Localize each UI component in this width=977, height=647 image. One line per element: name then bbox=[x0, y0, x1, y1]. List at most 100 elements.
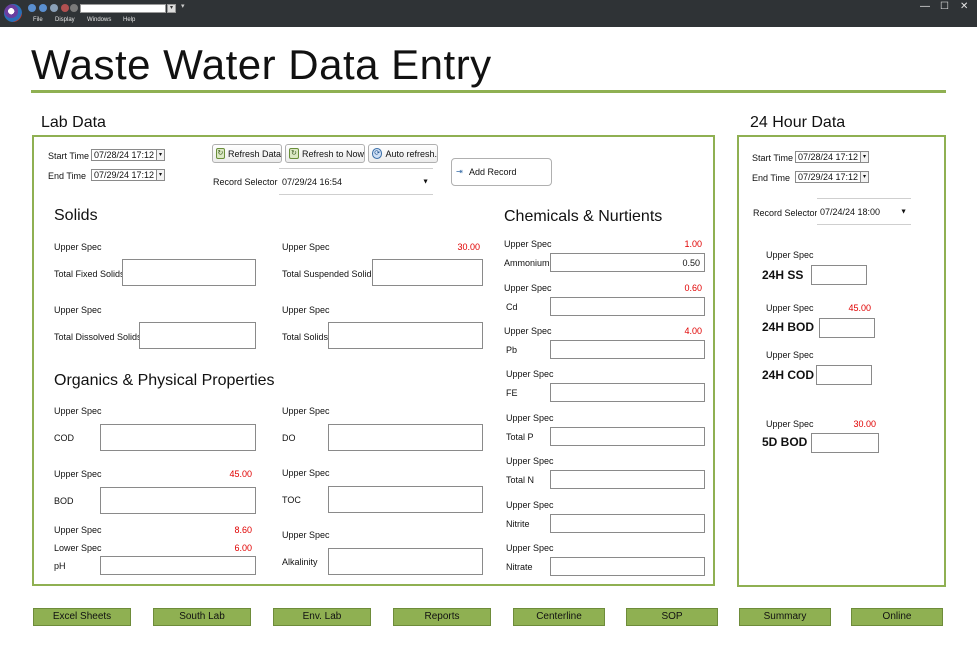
add-record-button[interactable]: ⇥ Add Record bbox=[451, 158, 552, 186]
upper-spec-label: Upper Spec bbox=[54, 469, 102, 479]
auto-refresh-button[interactable]: ⟳ Auto refresh. bbox=[368, 144, 438, 163]
alkalinity-label: Alkalinity bbox=[282, 557, 318, 567]
lab-data-title: Lab Data bbox=[41, 114, 106, 131]
upper-spec-label: Upper Spec bbox=[766, 303, 814, 313]
ph-input[interactable] bbox=[100, 556, 256, 575]
upper-spec-label: Upper Spec bbox=[504, 283, 552, 293]
nav-online-button[interactable]: Online bbox=[851, 608, 943, 626]
nav-reports-button[interactable]: Reports bbox=[393, 608, 491, 626]
upper-spec-label: Upper Spec bbox=[766, 419, 814, 429]
lab-end-time-field[interactable]: 07/29/24 17:12 ▾ bbox=[91, 169, 165, 181]
forward-icon[interactable] bbox=[39, 4, 47, 12]
pb-label: Pb bbox=[506, 345, 518, 355]
menu-file[interactable]: File bbox=[33, 17, 43, 23]
refresh-to-now-button[interactable]: ↻ Refresh to Now bbox=[285, 144, 365, 163]
upper-spec-label: Upper Spec bbox=[504, 239, 552, 249]
24h-bod-label: 24H BOD bbox=[762, 320, 815, 334]
minimize-icon[interactable]: — bbox=[920, 2, 930, 12]
nitrate-input[interactable] bbox=[550, 557, 705, 576]
hour24-record-selector-dropdown[interactable]: 07/24/24 18:00 ▼ bbox=[817, 198, 911, 225]
24h-cod-input[interactable] bbox=[816, 365, 872, 385]
lab-end-time-label: End Time bbox=[48, 171, 87, 181]
5d-bod-label: 5D BOD bbox=[762, 435, 808, 449]
hour24-start-time-label: Start Time bbox=[752, 153, 794, 163]
total-dissolved-solids-label: Total Dissolved Solids bbox=[54, 332, 142, 342]
chevron-down-icon[interactable]: ▾ bbox=[860, 172, 868, 182]
cd-input[interactable] bbox=[550, 297, 705, 316]
hour24-data-title: 24 Hour Data bbox=[750, 114, 846, 131]
lab-start-time-field[interactable]: 07/28/24 17:12 ▾ bbox=[91, 149, 165, 161]
nitrite-label: Nitrite bbox=[506, 519, 530, 529]
toc-label: TOC bbox=[282, 495, 301, 505]
upper-spec-value: 30.00 bbox=[457, 242, 480, 252]
24h-ss-input[interactable] bbox=[811, 265, 867, 285]
hour24-start-time-field[interactable]: 07/28/24 17:12 ▾ bbox=[795, 151, 869, 163]
total-suspended-solids-input[interactable] bbox=[372, 259, 483, 286]
chevron-down-icon[interactable]: ▾ bbox=[156, 150, 164, 160]
add-record-icon: ⇥ bbox=[456, 167, 463, 176]
do-label: DO bbox=[282, 433, 296, 443]
fe-input[interactable] bbox=[550, 383, 705, 402]
print-icon[interactable] bbox=[70, 4, 78, 12]
nav-south-lab-button[interactable]: South Lab bbox=[153, 608, 251, 626]
back-icon[interactable] bbox=[28, 4, 36, 12]
menu-display[interactable]: Display bbox=[55, 17, 75, 23]
stop-icon[interactable] bbox=[61, 4, 69, 12]
alkalinity-input[interactable] bbox=[328, 548, 483, 575]
total-dissolved-solids-input[interactable] bbox=[139, 322, 256, 349]
chevron-down-icon[interactable]: ▾ bbox=[860, 152, 868, 162]
chevron-down-icon[interactable]: ▾ bbox=[156, 170, 164, 180]
maximize-icon[interactable]: ☐ bbox=[940, 2, 949, 12]
refresh-data-button[interactable]: ↻ Refresh Data bbox=[212, 144, 282, 163]
close-icon[interactable]: ✕ bbox=[960, 2, 968, 12]
nav-sop-button[interactable]: SOP bbox=[626, 608, 718, 626]
cd-label: Cd bbox=[506, 302, 518, 312]
upper-spec-label: Upper Spec bbox=[54, 305, 102, 315]
upper-spec-value: 45.00 bbox=[229, 469, 252, 479]
toc-input[interactable] bbox=[328, 486, 483, 513]
auto-refresh-icon: ⟳ bbox=[372, 148, 383, 159]
bod-label: BOD bbox=[54, 496, 74, 506]
total-n-input[interactable] bbox=[550, 470, 705, 489]
display-path-dropdown[interactable]: ▾ bbox=[167, 4, 176, 13]
home-icon[interactable] bbox=[50, 4, 58, 12]
nav-env-lab-button[interactable]: Env. Lab bbox=[273, 608, 371, 626]
toolbar-more-icon[interactable]: ▾ bbox=[181, 2, 185, 10]
total-p-input[interactable] bbox=[550, 427, 705, 446]
upper-spec-label: Upper Spec bbox=[506, 543, 554, 553]
pb-input[interactable] bbox=[550, 340, 705, 359]
nav-summary-button[interactable]: Summary bbox=[739, 608, 831, 626]
record-selector-value: 07/29/24 16:54 bbox=[282, 176, 343, 187]
display-path-input[interactable] bbox=[80, 4, 166, 13]
nav-excel-sheets-button[interactable]: Excel Sheets bbox=[33, 608, 131, 626]
auto-refresh-label: Auto refresh. bbox=[385, 148, 437, 159]
24h-cod-label: 24H COD bbox=[762, 368, 815, 382]
upper-spec-label: Upper Spec bbox=[506, 500, 554, 510]
upper-spec-label: Upper Spec bbox=[54, 406, 102, 416]
hour24-end-time-field[interactable]: 07/29/24 17:12 ▾ bbox=[795, 171, 869, 183]
menu-help[interactable]: Help bbox=[123, 17, 135, 23]
nav-centerline-button[interactable]: Centerline bbox=[513, 608, 605, 626]
5d-bod-input[interactable] bbox=[811, 433, 879, 453]
hour24-start-time-value: 07/28/24 17:12 bbox=[798, 152, 859, 162]
table-refresh-icon: ↻ bbox=[289, 148, 299, 159]
refresh-data-label: Refresh Data bbox=[227, 148, 281, 159]
total-fixed-solids-input[interactable] bbox=[122, 259, 256, 286]
ammonium-label: Ammonium bbox=[504, 258, 550, 268]
upper-spec-label: Upper Spec bbox=[766, 250, 814, 260]
24h-bod-input[interactable] bbox=[819, 318, 875, 338]
ammonium-input[interactable]: 0.50 bbox=[550, 253, 705, 272]
bod-input[interactable] bbox=[100, 487, 256, 514]
refresh-to-now-label: Refresh to Now bbox=[301, 148, 364, 159]
do-input[interactable] bbox=[328, 424, 483, 451]
ph-label: pH bbox=[54, 561, 66, 571]
record-selector-dropdown[interactable]: 07/29/24 16:54 ▼ bbox=[279, 168, 433, 195]
total-n-label: Total N bbox=[506, 475, 535, 485]
total-p-label: Total P bbox=[506, 432, 534, 442]
nitrite-input[interactable] bbox=[550, 514, 705, 533]
total-solids-input[interactable] bbox=[328, 322, 483, 349]
cod-input[interactable] bbox=[100, 424, 256, 451]
total-fixed-solids-label: Total Fixed Solids bbox=[54, 269, 125, 279]
menu-windows[interactable]: Windows bbox=[87, 17, 111, 23]
title-bar: ▾ ▾ File Display Windows Help — ☐ ✕ bbox=[0, 0, 977, 27]
